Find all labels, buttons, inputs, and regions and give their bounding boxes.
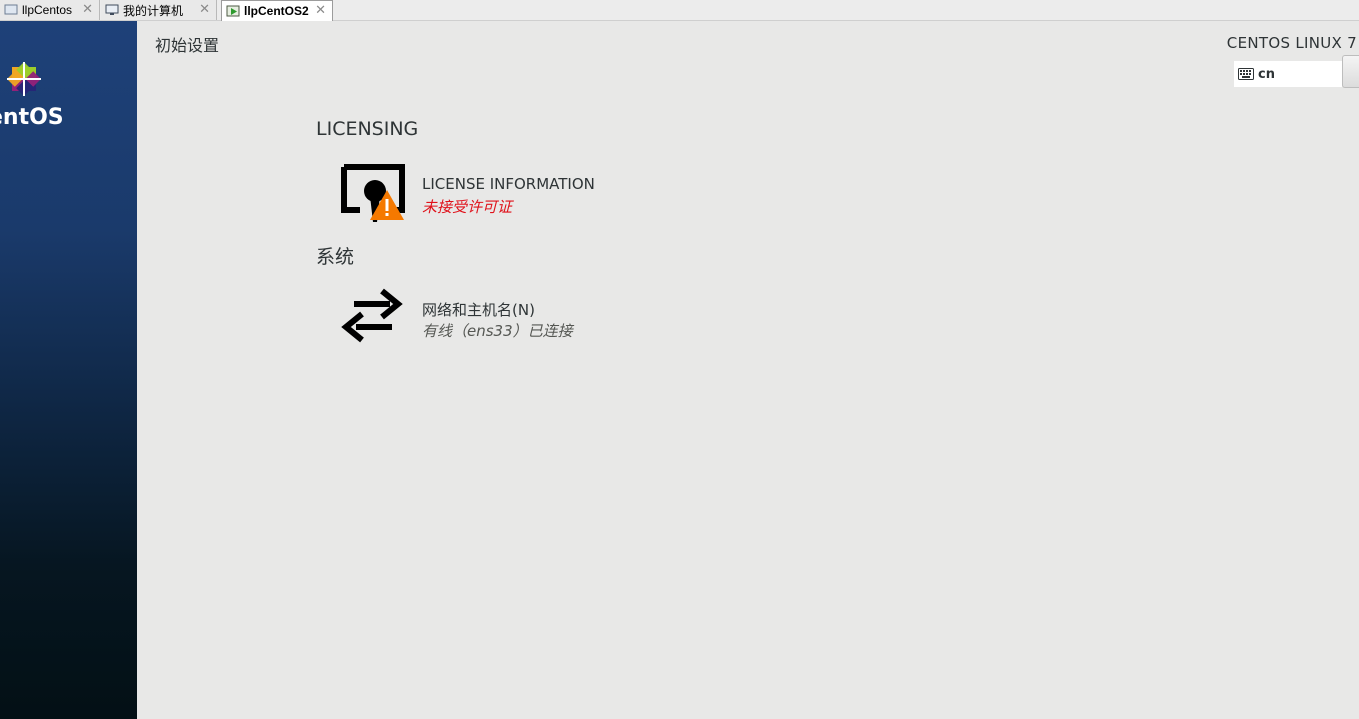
page-title: 初始设置 [155,36,220,55]
centos-logo-icon [7,62,41,96]
license-warning-icon [341,164,405,222]
tab-label: 我的计算机 [123,3,184,18]
network-arrows-icon [341,288,403,343]
close-icon[interactable]: ✕ [82,1,93,17]
tab-my-computer[interactable]: 我的计算机 ✕ [101,0,217,20]
keyboard-icon [1238,68,1254,80]
tab-label: llpCentos [22,3,73,17]
spoke-status: 有线（ens33）已连接 [422,322,573,340]
keyboard-layout-label: cn [1258,66,1275,82]
logo-text: entOS [0,105,64,130]
spoke-network-hostname[interactable]: 网络和主机名(N) 有线（ens33）已连接 [340,288,660,348]
section-title-licensing: LICENSING [316,118,419,140]
tab-llpcentos[interactable]: llpCentos ✕ [0,0,100,20]
spoke-title: LICENSE INFORMATION [422,175,595,193]
tab-llpcentos2[interactable]: llpCentOS2 ✕ [221,0,333,21]
spoke-status: 未接受许可证 [422,198,513,216]
computer-icon [105,4,119,15]
keyboard-layout-button[interactable] [1342,55,1359,88]
vm-tab-bar: llpCentos ✕ 我的计算机 ✕ llpCentOS2 ✕ [0,0,1359,21]
close-icon[interactable]: ✕ [315,2,326,18]
vm-running-icon [226,5,240,17]
spoke-license-information[interactable]: LICENSE INFORMATION 未接受许可证 [340,164,660,224]
vm-icon [4,4,18,15]
tab-label: llpCentOS2 [244,4,309,18]
spoke-title: 网络和主机名(N) [422,301,535,319]
sidebar: entOS [0,21,137,719]
close-icon[interactable]: ✕ [199,1,210,17]
product-name: CENTOS LINUX 7 [1226,34,1357,52]
keyboard-layout-indicator[interactable]: cn [1234,61,1342,87]
section-title-system: 系统 [316,246,355,268]
